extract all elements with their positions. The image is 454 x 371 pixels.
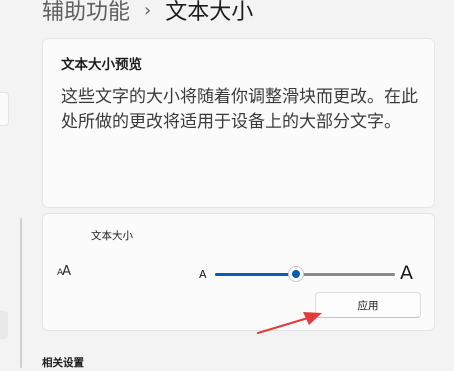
slider-thumb[interactable] bbox=[288, 266, 304, 282]
breadcrumb-parent-link[interactable]: 辅助功能 bbox=[42, 0, 130, 26]
slider-min-label: A bbox=[199, 268, 207, 281]
slider-fill bbox=[215, 273, 296, 276]
apply-button[interactable]: 应用 bbox=[315, 292, 421, 318]
text-size-slider[interactable] bbox=[215, 264, 395, 284]
slider-max-label: A bbox=[400, 262, 413, 284]
text-size-preview-card: 文本大小预览 这些文字的大小将随着你调整滑块而更改。在此处所做的更改将适用于设备… bbox=[42, 38, 435, 208]
nav-scrollbar[interactable] bbox=[20, 218, 22, 368]
preview-text: 这些文字的大小将随着你调整滑块而更改。在此处所做的更改将适用于设备上的大部分文字… bbox=[61, 87, 418, 132]
text-size-icon: AA bbox=[57, 264, 71, 279]
search-box-edge[interactable] bbox=[0, 92, 9, 126]
preview-title: 文本大小预览 bbox=[61, 57, 142, 73]
breadcrumb: 辅助功能 › 文本大小 bbox=[42, 0, 253, 28]
text-size-label: 文本大小 bbox=[91, 230, 133, 242]
nav-item-selected-edge[interactable] bbox=[0, 311, 8, 339]
navigation-pane bbox=[0, 0, 30, 371]
text-size-card: 文本大小 AA A A 应用 bbox=[42, 213, 435, 331]
page-title: 文本大小 bbox=[165, 0, 254, 25]
breadcrumb-separator-icon: › bbox=[144, 0, 152, 21]
related-settings-header: 相关设置 bbox=[42, 357, 84, 369]
